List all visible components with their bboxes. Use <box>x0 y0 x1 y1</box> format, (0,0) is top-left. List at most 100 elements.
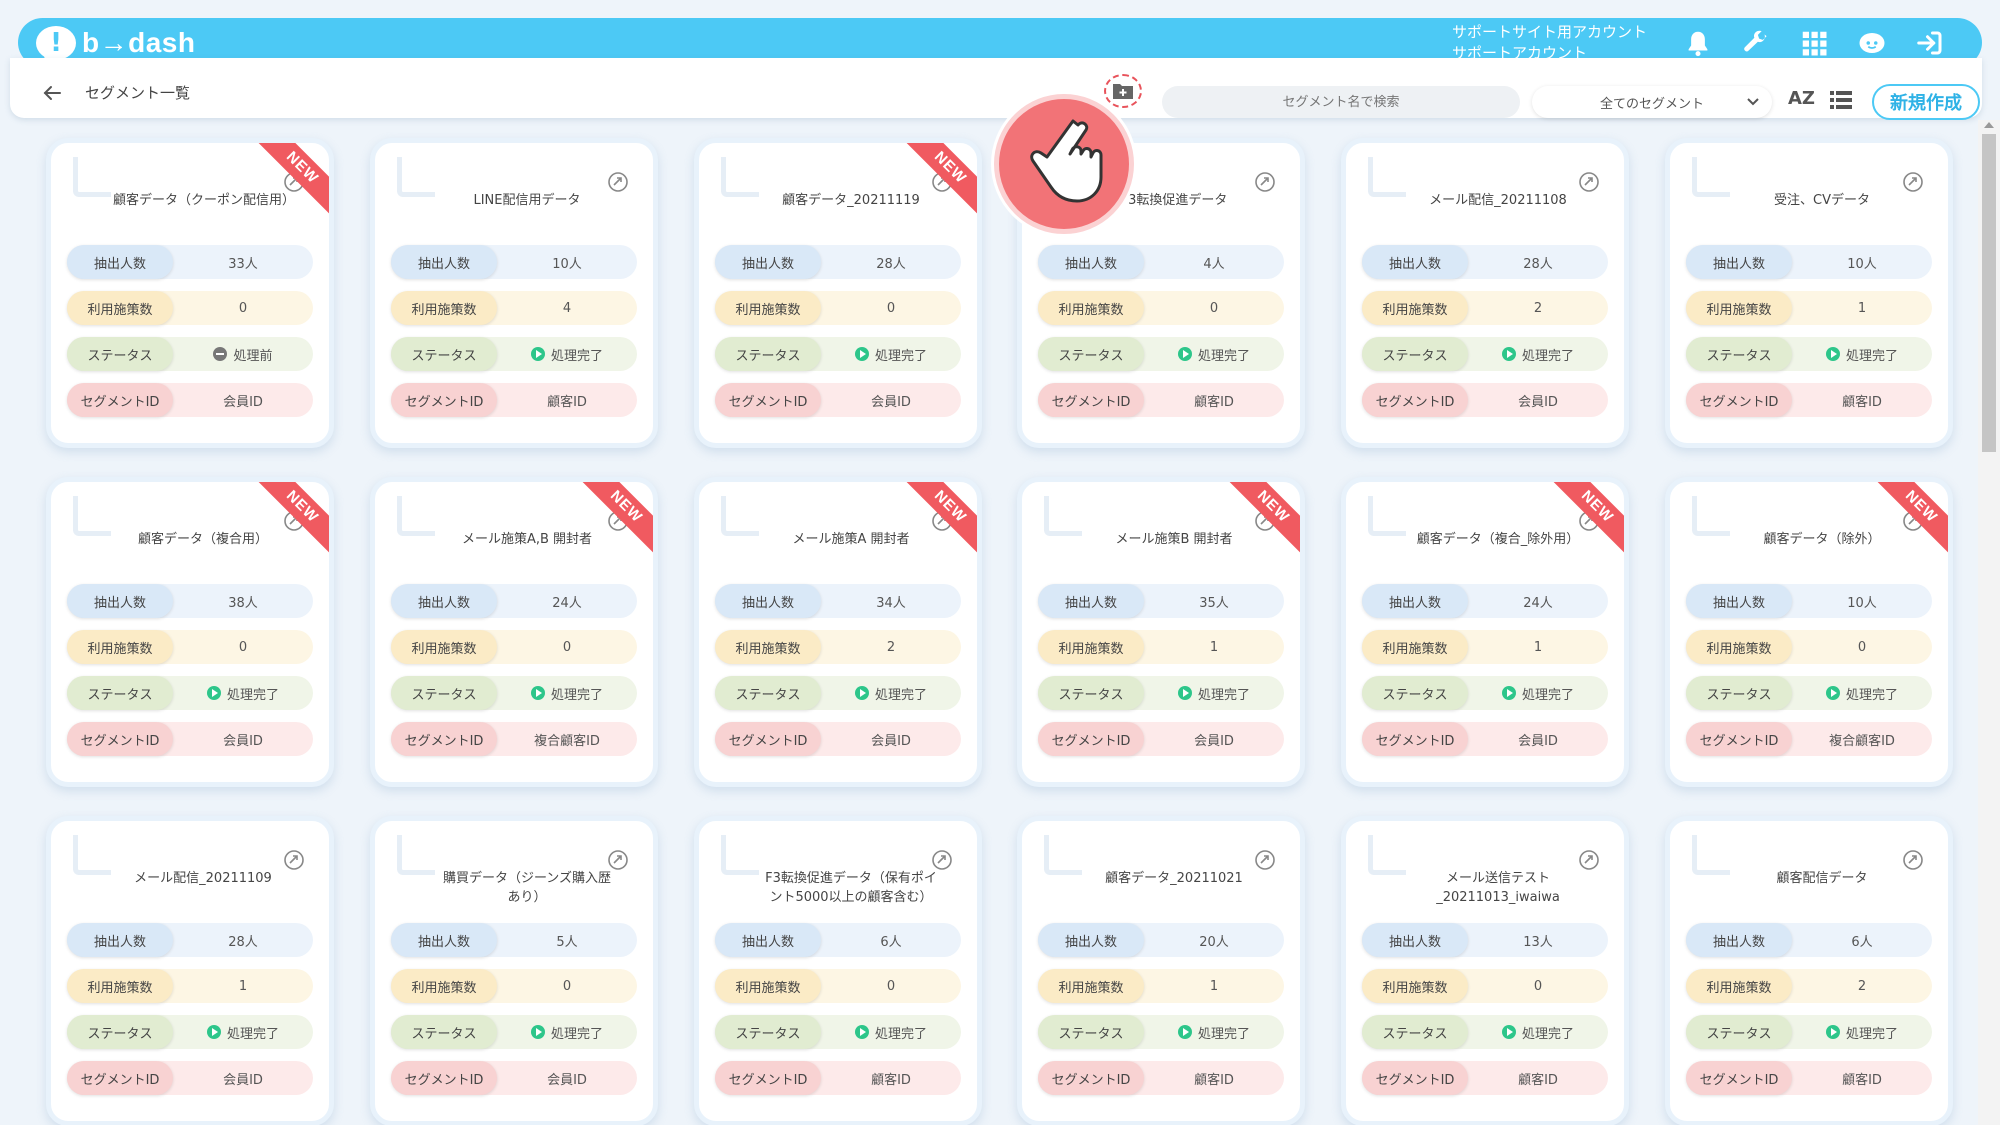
card-options-icon[interactable] <box>1902 849 1924 871</box>
segment-card[interactable]: F3転換促進データ（保有ポイント5000以上の顧客含む） 抽出人数 6人 利用施… <box>694 816 982 1125</box>
logo[interactable]: ! b→dash <box>36 25 195 60</box>
count-label: 抽出人数 <box>1686 923 1792 957</box>
card-options-icon[interactable] <box>931 849 953 871</box>
count-label: 抽出人数 <box>715 584 821 618</box>
segment-card[interactable]: メール施策A 開封者 NEW 抽出人数 34人 利用施策数 2 ステータス 処理… <box>694 477 982 787</box>
segment-id-value: 複合顧客ID <box>534 733 600 749</box>
card-options-icon[interactable] <box>1254 849 1276 871</box>
status-row: ステータス 処理完了 <box>1686 337 1932 371</box>
status-text: 処理完了 <box>1197 348 1250 364</box>
status-row: ステータス 処理完了 <box>1362 337 1608 371</box>
segment-id-label: セグメントID <box>1038 1061 1144 1095</box>
segment-card[interactable]: 顧客配信データ 抽出人数 6人 利用施策数 2 ステータス 処理完了 セグメント… <box>1665 816 1953 1125</box>
status-value: 処理完了 <box>821 684 961 703</box>
segment-card[interactable]: 顧客データ（複合_除外用） NEW 抽出人数 24人 利用施策数 1 ステータス… <box>1341 477 1629 787</box>
card-tab-decoration <box>397 157 435 197</box>
segment-id-value: 複合顧客ID <box>1829 733 1895 749</box>
wrench-icon[interactable] <box>1740 27 1772 59</box>
play-circle-icon <box>1177 347 1192 361</box>
scroll-up-icon[interactable] <box>1984 122 1994 128</box>
segment-title: 顧客データ（除外） <box>1763 532 1881 547</box>
segment-title: LINE配信用データ <box>473 193 581 208</box>
tap-hand-pointer-icon <box>994 94 1134 234</box>
count-value: 10人 <box>552 256 582 272</box>
new-segment-button[interactable]: 新規作成 <box>1872 84 1980 120</box>
segment-title: メール施策A 開封者 <box>792 532 910 547</box>
card-options-icon[interactable] <box>1254 171 1276 193</box>
status-label: ステータス <box>391 337 497 371</box>
segment-card[interactable]: 顧客データ_20211021 抽出人数 20人 利用施策数 1 ステータス 処理… <box>1017 816 1305 1125</box>
usage-row: 利用施策数 0 <box>391 969 637 1003</box>
status-value: 処理完了 <box>497 345 637 364</box>
card-options-icon[interactable] <box>1578 171 1600 193</box>
usage-label: 利用施策数 <box>715 630 821 664</box>
segment-filter-select[interactable]: 全てのセグメント <box>1532 86 1772 118</box>
usage-label: 利用施策数 <box>67 630 173 664</box>
segment-id-row: セグメントID 会員ID <box>1362 383 1608 417</box>
segment-id-value: 会員ID <box>223 1072 263 1088</box>
segment-title: メール施策B 開封者 <box>1115 532 1233 547</box>
play-circle-icon <box>1177 1025 1192 1039</box>
status-value: 処理完了 <box>1468 1023 1608 1042</box>
segment-title: 顧客データ（複合用） <box>137 532 268 547</box>
support-chat-icon[interactable] <box>1856 27 1888 59</box>
status-text: 処理完了 <box>874 348 927 364</box>
count-value: 28人 <box>876 256 906 272</box>
status-text: 処理完了 <box>1521 687 1574 703</box>
segment-card[interactable]: メール施策B 開封者 NEW 抽出人数 35人 利用施策数 1 ステータス 処理… <box>1017 477 1305 787</box>
count-row: 抽出人数 33人 <box>67 245 313 279</box>
usage-value: 1 <box>1533 639 1543 655</box>
status-label: ステータス <box>1362 1015 1468 1049</box>
segment-card[interactable]: 顧客データ（複合用） NEW 抽出人数 38人 利用施策数 0 ステータス 処理… <box>46 477 334 787</box>
vertical-scrollbar[interactable] <box>1978 120 2000 1125</box>
list-view-icon[interactable] <box>1830 90 1852 110</box>
status-label: ステータス <box>1686 676 1792 710</box>
segment-id-label: セグメントID <box>1362 722 1468 756</box>
card-options-icon[interactable] <box>1578 849 1600 871</box>
segment-card[interactable]: 受注、CVデータ 抽出人数 10人 利用施策数 1 ステータス 処理完了 セグメ… <box>1665 138 1953 448</box>
card-options-icon[interactable] <box>283 849 305 871</box>
segment-id-label: セグメントID <box>1686 383 1792 417</box>
usage-row: 利用施策数 0 <box>715 291 961 325</box>
logout-icon[interactable] <box>1914 27 1946 59</box>
segment-card[interactable]: メール配信_20211109 抽出人数 28人 利用施策数 1 ステータス 処理… <box>46 816 334 1125</box>
segment-card[interactable]: 顧客データ（クーポン配信用） NEW 抽出人数 33人 利用施策数 0 ステータ… <box>46 138 334 448</box>
sort-az-icon[interactable]: AZ <box>1788 88 1815 109</box>
segment-card[interactable]: メール施策A,B 開封者 NEW 抽出人数 24人 利用施策数 0 ステータス … <box>370 477 658 787</box>
card-options-icon[interactable] <box>607 171 629 193</box>
status-row: ステータス 処理完了 <box>391 676 637 710</box>
status-label: ステータス <box>391 676 497 710</box>
apps-grid-icon[interactable] <box>1798 27 1830 59</box>
count-row: 抽出人数 28人 <box>715 245 961 279</box>
count-value: 10人 <box>1847 595 1877 611</box>
count-value: 24人 <box>1523 595 1553 611</box>
card-options-icon[interactable] <box>1902 171 1924 193</box>
segment-title: 顧客データ（複合_除外用） <box>1416 532 1580 547</box>
segment-card[interactable]: 購買データ（ジーンズ購入歴あり） 抽出人数 5人 利用施策数 0 ステータス 処… <box>370 816 658 1125</box>
count-row: 抽出人数 34人 <box>715 584 961 618</box>
segment-card[interactable]: LINE配信用データ 抽出人数 10人 利用施策数 4 ステータス 処理完了 セ… <box>370 138 658 448</box>
search-input[interactable] <box>1162 86 1520 118</box>
segment-card[interactable]: メール配信_20211108 抽出人数 28人 利用施策数 2 ステータス 処理… <box>1341 138 1629 448</box>
segment-card[interactable]: メール送信テスト_20211013_iwaiwa 抽出人数 13人 利用施策数 … <box>1341 816 1629 1125</box>
segment-card[interactable]: 顧客データ_20211119 NEW 抽出人数 28人 利用施策数 0 ステータ… <box>694 138 982 448</box>
segment-id-value: 顧客ID <box>1842 1072 1882 1088</box>
bell-icon[interactable] <box>1682 27 1714 59</box>
segment-card[interactable]: 顧客データ（除外） NEW 抽出人数 10人 利用施策数 0 ステータス 処理完… <box>1665 477 1953 787</box>
back-arrow-icon[interactable] <box>40 81 64 105</box>
segment-id-label: セグメントID <box>1038 383 1144 417</box>
status-row: ステータス 処理完了 <box>1038 337 1284 371</box>
segment-id-value: 顧客ID <box>1842 394 1882 410</box>
play-circle-icon <box>206 686 221 700</box>
segment-id-label: セグメントID <box>67 1061 173 1095</box>
segment-id-row: セグメントID 会員ID <box>715 722 961 756</box>
status-value: 処理完了 <box>1792 684 1932 703</box>
segment-card-grid: 顧客データ（クーポン配信用） NEW 抽出人数 33人 利用施策数 0 ステータ… <box>0 0 1970 1125</box>
usage-label: 利用施策数 <box>1038 291 1144 325</box>
play-circle-icon <box>1501 347 1516 361</box>
count-row: 抽出人数 10人 <box>1686 584 1932 618</box>
usage-label: 利用施策数 <box>715 969 821 1003</box>
card-options-icon[interactable] <box>607 849 629 871</box>
scroll-thumb[interactable] <box>1982 134 1996 452</box>
status-label: ステータス <box>1686 1015 1792 1049</box>
